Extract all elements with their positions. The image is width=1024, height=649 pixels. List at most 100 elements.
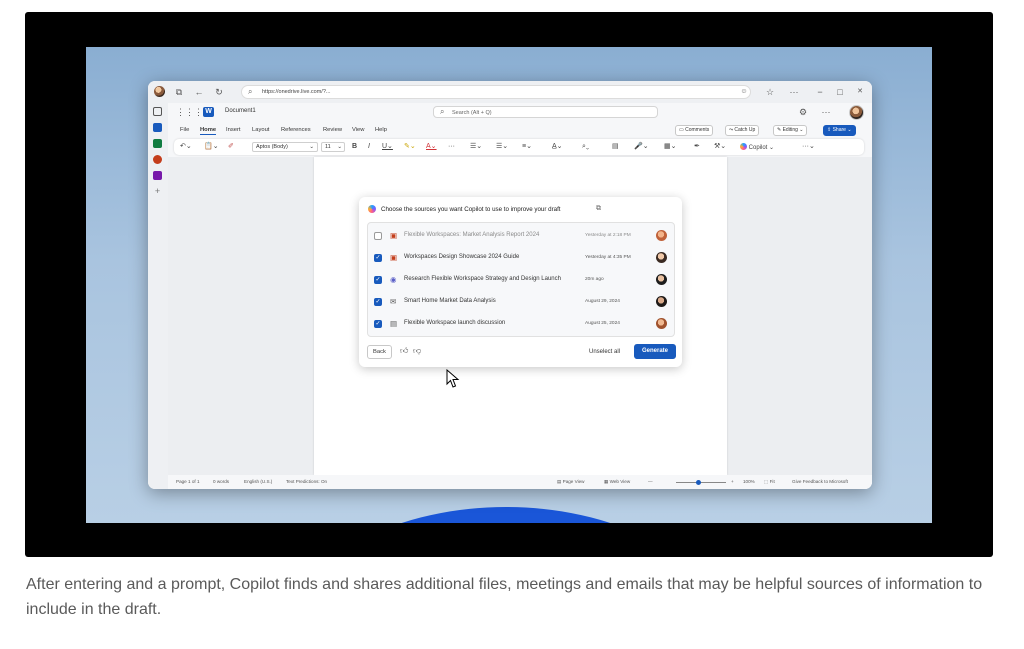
refresh-icon[interactable]: ↻ (213, 86, 225, 98)
find-icon[interactable]: ⌕⌄ (582, 142, 589, 152)
tab-review[interactable]: Review (323, 127, 342, 133)
source-date: August 25, 2024 (585, 320, 620, 326)
more-options-icon[interactable]: ··· (788, 86, 800, 98)
thumbs-down-icon[interactable]: 👎︎ (413, 346, 421, 356)
source-title: Smart Home Market Data Analysis (404, 298, 496, 304)
checkbox[interactable] (374, 232, 382, 240)
text-predictions-status[interactable]: Text Predictions: On (286, 479, 327, 484)
app-launcher-icon[interactable]: ⋮⋮⋮ (176, 106, 203, 118)
back-button[interactable]: Back (367, 345, 392, 359)
source-item[interactable]: ✓ ◉ Research Flexible Workspace Strategy… (368, 269, 674, 291)
ribbon-tabs: File Home Insert Layout References Revie… (168, 124, 872, 138)
page-view-button[interactable]: ▤ Page View (557, 479, 585, 485)
zoom-level[interactable]: 100% (743, 479, 755, 484)
underline-icon[interactable]: U⌄ (382, 142, 393, 152)
share-button[interactable]: ⇪ Share ⌄ (823, 125, 856, 136)
checkbox-checked[interactable]: ✓ (374, 276, 382, 284)
source-item[interactable]: ✓ ▣ Workspaces Design Showcase 2024 Guid… (368, 247, 674, 269)
language-status[interactable]: English (U.S.) (244, 479, 272, 484)
zoom-out-icon[interactable]: — (648, 479, 653, 484)
align-icon[interactable]: ≡⌄ (522, 142, 532, 152)
undo-icon[interactable]: ↶⌄ (180, 142, 192, 152)
unselect-all-button[interactable]: Unselect all (589, 349, 620, 355)
comments-button[interactable]: ▭ Comments (675, 125, 714, 136)
format-painter-icon[interactable]: ✐ (228, 142, 234, 152)
editing-button[interactable]: ✎ Editing ⌄ (773, 125, 808, 136)
settings-gear-icon[interactable]: ⚙ (797, 106, 809, 118)
designer-icon[interactable]: ⚒⌄ (714, 142, 726, 152)
tab-layout[interactable]: Layout (252, 127, 269, 133)
maximize-icon[interactable]: □ (834, 86, 846, 98)
tab-references[interactable]: References (281, 127, 311, 133)
back-arrow-icon[interactable]: ← (193, 86, 205, 98)
sensitivity-icon[interactable]: ▤ (612, 142, 619, 152)
profile-avatar[interactable] (154, 86, 165, 97)
catch-up-button[interactable]: ⤳ Catch Up (725, 125, 760, 136)
word-app-icon[interactable] (153, 123, 162, 132)
tab-view[interactable]: View (352, 127, 364, 133)
meeting-icon: ◉ (390, 275, 397, 284)
checkbox-checked[interactable]: ✓ (374, 254, 382, 262)
mail-icon: ✉ (390, 297, 397, 306)
document-name[interactable]: Document1 (225, 108, 256, 114)
add-app-icon[interactable]: + (153, 187, 162, 196)
feedback-link[interactable]: Give Feedback to Microsoft (792, 479, 848, 484)
zoom-slider-thumb[interactable] (696, 480, 701, 485)
search-box[interactable]: ⌕ Search (Alt + Q) (433, 106, 658, 118)
bold-icon[interactable]: B (352, 142, 357, 152)
dialog-title: Choose the sources you want Copilot to u… (381, 206, 561, 213)
onenote-app-icon[interactable] (153, 171, 162, 180)
numbering-icon[interactable]: ☰⌄ (496, 142, 508, 152)
page-view-label: Page View (562, 479, 585, 484)
tab-help[interactable]: Help (375, 127, 387, 133)
sidebar-toggle-icon[interactable] (153, 107, 162, 116)
fit-button[interactable]: ⬚ Fit (764, 479, 775, 485)
author-avatar (656, 318, 667, 329)
excel-app-icon[interactable] (153, 139, 162, 148)
author-avatar (656, 230, 667, 241)
generate-button[interactable]: Generate (634, 344, 676, 359)
minimize-icon[interactable]: − (814, 86, 826, 98)
font-size-select[interactable]: 11 ⌄ (321, 142, 345, 152)
editor-icon[interactable]: ✒ (694, 142, 700, 152)
favorites-icon[interactable]: ☆ (764, 86, 776, 98)
highlight-icon[interactable]: ✎⌄ (404, 142, 416, 152)
font-color-icon[interactable]: A⌄ (426, 142, 437, 152)
copilot-button[interactable]: Copilot ⌄ (740, 142, 774, 153)
source-title: Flexible Workspaces: Market Analysis Rep… (404, 232, 540, 238)
copilot-sources-dialog: Choose the sources you want Copilot to u… (359, 197, 682, 367)
read-aloud-icon[interactable]: ☺ (738, 86, 750, 98)
italic-icon[interactable]: I (368, 142, 370, 152)
font-family-select[interactable]: Aptos (Body) ⌄ (252, 142, 318, 152)
thumbs-up-icon[interactable]: 👍︎ (400, 346, 408, 356)
chat-icon: ▤ (390, 319, 398, 328)
address-url: https://onedrive.live.com/?... (262, 89, 331, 95)
bullets-icon[interactable]: ☰⌄ (470, 142, 482, 152)
addins-icon[interactable]: ▦⌄ (664, 142, 676, 152)
dictate-icon[interactable]: 🎤⌄ (634, 142, 649, 152)
source-item[interactable]: ✓ ▤ Flexible Workspace launch discussion… (368, 313, 674, 335)
source-title: Workspaces Design Showcase 2024 Guide (404, 254, 520, 260)
checkbox-checked[interactable]: ✓ (374, 298, 382, 306)
source-item[interactable]: ▣ Flexible Workspaces: Market Analysis R… (368, 225, 674, 247)
styles-icon[interactable]: A̲⌄ (552, 142, 563, 152)
powerpoint-app-icon[interactable] (153, 155, 162, 164)
web-view-button[interactable]: ▦ Web View (604, 479, 630, 485)
more-icon[interactable]: ··· (820, 106, 832, 118)
more-font-icon[interactable]: ··· (448, 142, 455, 152)
zoom-slider[interactable] (676, 482, 726, 483)
info-icon[interactable]: ⧉ (596, 205, 601, 213)
tab-file[interactable]: File (180, 127, 189, 133)
close-icon[interactable]: ✕ (854, 86, 866, 98)
checkbox-checked[interactable]: ✓ (374, 320, 382, 328)
user-avatar[interactable] (849, 105, 864, 120)
source-item[interactable]: ✓ ✉ Smart Home Market Data Analysis Augu… (368, 291, 674, 313)
zoom-in-icon[interactable]: + (731, 479, 734, 484)
more-ribbon-icon[interactable]: ···⌄ (802, 142, 815, 152)
tab-actions-icon[interactable]: ⧉ (173, 86, 185, 98)
address-bar[interactable]: ⌕ https://onedrive.live.com/?... (241, 85, 751, 99)
copilot-label: Copilot (748, 145, 768, 151)
tab-insert[interactable]: Insert (226, 127, 241, 133)
paste-icon[interactable]: 📋⌄ (204, 142, 219, 152)
tab-home[interactable]: Home (200, 127, 217, 135)
